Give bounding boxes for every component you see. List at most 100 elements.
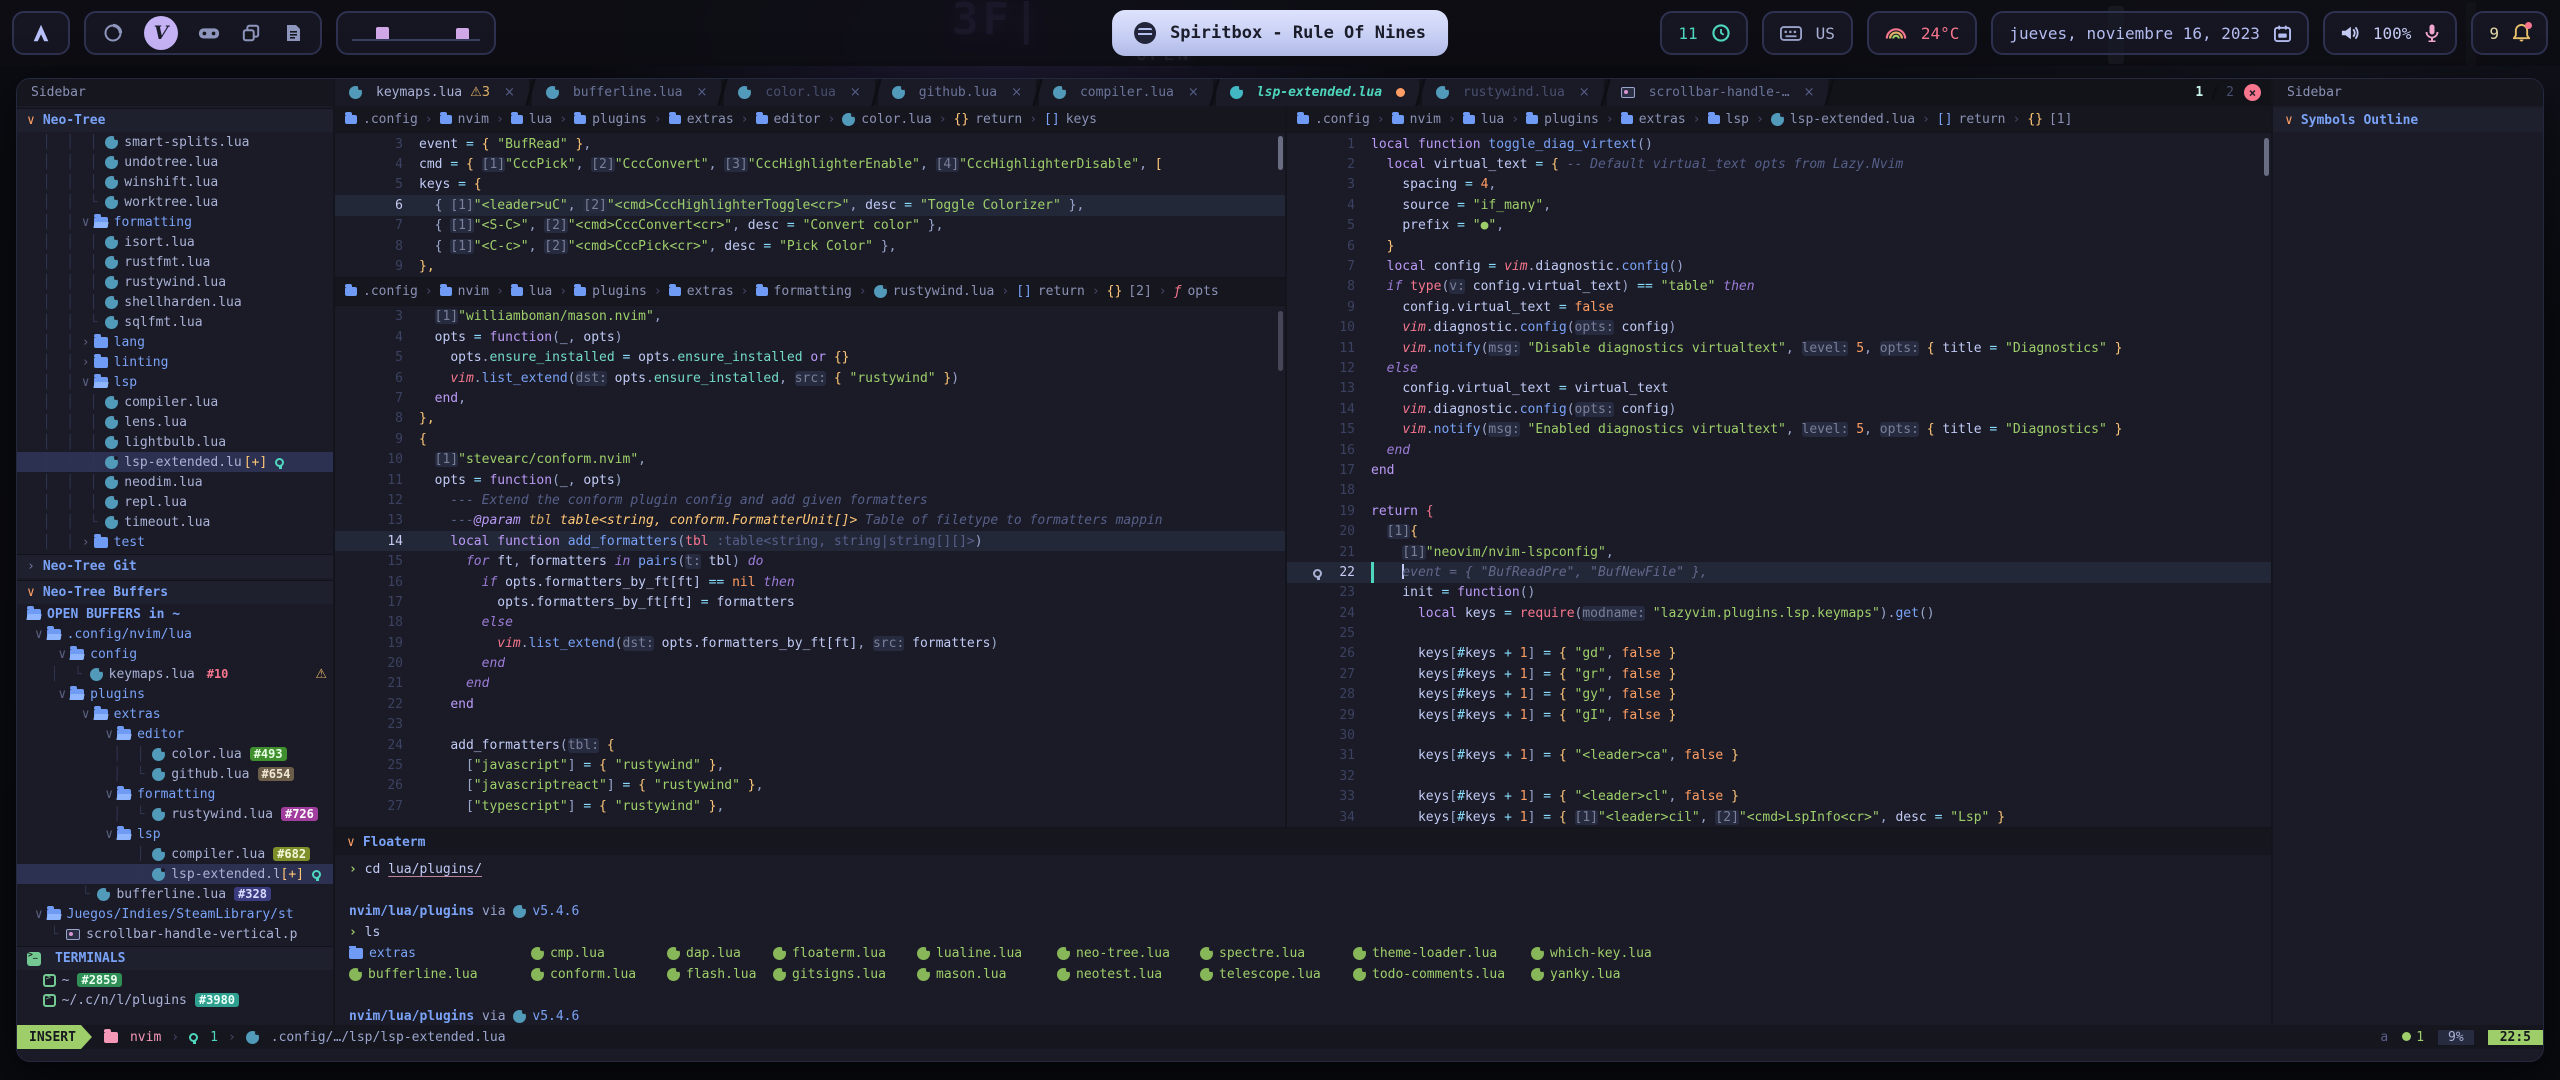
code-line-19[interactable]: 19 vim.list_extend(dst: opts.formatters_… bbox=[335, 633, 1285, 653]
tree-item-lens-lua[interactable]: │ │ │ lens.lua bbox=[17, 412, 333, 432]
code-line-13[interactable]: 13 ---@param tbl table<string, conform.F… bbox=[335, 511, 1285, 531]
tab-scrollbar-handle[interactable]: scrollbar-handle-…× bbox=[1607, 79, 1829, 106]
tree-item-sqlfmt-lua[interactable]: │ │ └ sqlfmt.lua bbox=[17, 312, 333, 332]
close-tab-icon[interactable]: × bbox=[697, 85, 708, 100]
code-line-10[interactable]: 10 vim.diagnostic.config(opts: config) bbox=[1287, 318, 2271, 338]
system-graph-widget[interactable] bbox=[336, 11, 496, 55]
code-line-34[interactable]: 34 keys[#keys + 1] = { [1]"<leader>cil",… bbox=[1287, 807, 2271, 827]
tab-github-lua[interactable]: github.lua× bbox=[878, 79, 1036, 106]
code-area[interactable]: 3event = { "BufRead" },4cmd = { [1]"CccP… bbox=[335, 133, 1285, 277]
weather-widget[interactable]: 24°C bbox=[1867, 11, 1978, 55]
code-line-4[interactable]: 4cmd = { [1]"CccPick", [2]"CccConvert", … bbox=[335, 154, 1285, 174]
workspace-games-icon[interactable] bbox=[198, 22, 220, 44]
code-line-33[interactable]: 33 keys[#keys + 1] = { "<leader>cl", fal… bbox=[1287, 787, 2271, 807]
code-line-25[interactable]: 25 bbox=[1287, 623, 2271, 643]
code-line-23[interactable]: 23 bbox=[335, 715, 1285, 735]
code-line-27[interactable]: 27 ["typescript"] = { "rustywind" }, bbox=[335, 796, 1285, 816]
tree-item-undotree-lua[interactable]: │ │ │ undotree.lua bbox=[17, 152, 333, 172]
code-line-9[interactable]: 9{ bbox=[335, 429, 1285, 449]
close-tab-icon[interactable]: × bbox=[1579, 85, 1590, 100]
tree-item-smart-splits-lua[interactable]: │ │ │ smart-splits.lua bbox=[17, 132, 333, 152]
tree-item-winshift-lua[interactable]: │ │ │ winshift.lua bbox=[17, 172, 333, 192]
tree-item-neodim-lua[interactable]: │ │ │ neodim.lua bbox=[17, 472, 333, 492]
section-header-neo-tree[interactable]: ∨Neo-Tree bbox=[17, 108, 333, 132]
tree-item-plugins[interactable]: ∨plugins bbox=[17, 684, 333, 704]
code-line-14[interactable]: 14 vim.diagnostic.config(opts: config) bbox=[1287, 399, 2271, 419]
section-header-neo-tree-git[interactable]: ›Neo-Tree Git bbox=[17, 554, 333, 578]
clock-widget[interactable]: 11 bbox=[1660, 11, 1747, 55]
tree-item-compiler-lua[interactable]: │ compiler.lua#682 bbox=[17, 844, 333, 864]
code-line-22[interactable]: 22 event = { "BufReadPre", "BufNewFile" … bbox=[1287, 562, 2271, 582]
workspace-browser-icon[interactable] bbox=[102, 22, 124, 44]
scrollbar[interactable] bbox=[1278, 136, 1283, 170]
tree-item-bufferline-lua[interactable]: └ bufferline.lua#328 bbox=[17, 884, 333, 904]
code-line-24[interactable]: 24 add_formatters(tbl: { bbox=[335, 735, 1285, 755]
code-line-7[interactable]: 7 { [1]"<S-C>", [2]"<cmd>CccConvert<cr>"… bbox=[335, 216, 1285, 236]
floaterm-header[interactable]: ∨ Floaterm bbox=[335, 829, 2271, 855]
tree-item-scrollbar-handle-vertical-p[interactable]: └ scrollbar-handle-vertical.p bbox=[17, 924, 333, 944]
code-line-8[interactable]: 8}, bbox=[335, 409, 1285, 429]
tree-item-worktree-lua[interactable]: │ │ └ worktree.lua bbox=[17, 192, 333, 212]
keyboard-layout-widget[interactable]: US bbox=[1762, 11, 1853, 55]
code-line-6[interactable]: 6 vim.list_extend(dst: opts.ensure_insta… bbox=[335, 368, 1285, 388]
code-line-10[interactable]: 10 [1]"stevearc/conform.nvim", bbox=[335, 449, 1285, 469]
tabpage-other[interactable]: 2 bbox=[2226, 85, 2234, 100]
tab-bufferline-lua[interactable]: bufferline.lua× bbox=[532, 79, 721, 106]
code-line-26[interactable]: 26 ["javascriptreact"] = { "rustywind" }… bbox=[335, 776, 1285, 796]
code-line-30[interactable]: 30 bbox=[1287, 725, 2271, 745]
code-line-22[interactable]: 22 end bbox=[335, 694, 1285, 714]
tree-item-test[interactable]: │ │ ›test bbox=[17, 532, 333, 552]
tree-item-config[interactable]: ∨config bbox=[17, 644, 333, 664]
close-tab-icon[interactable]: × bbox=[504, 85, 515, 100]
tree-item-lsp-extended-lu[interactable]: │ │ │ lsp-extended.lu[+] bbox=[17, 452, 333, 472]
code-line-3[interactable]: 3 spacing = 4, bbox=[1287, 175, 2271, 195]
tree-item-juegos-indies-steamlibrary-st[interactable]: ∨Juegos/Indies/SteamLibrary/st bbox=[17, 904, 333, 924]
code-line-8[interactable]: 8 if type(v: config.virtual_text) == "ta… bbox=[1287, 277, 2271, 297]
notifications-widget[interactable]: 9 bbox=[2471, 11, 2548, 55]
code-line-6[interactable]: 6 } bbox=[1287, 236, 2271, 256]
scrollbar[interactable] bbox=[2264, 138, 2269, 176]
tree-item-lsp-extended-lu[interactable]: └ lsp-extended.lu[+] bbox=[17, 864, 333, 884]
code-line-9[interactable]: 9}, bbox=[335, 256, 1285, 276]
code-line-14[interactable]: 14 local function add_formatters(tbl :ta… bbox=[335, 531, 1285, 551]
workspace-windows-icon[interactable] bbox=[240, 22, 262, 44]
code-line-3[interactable]: 3 [1]"williamboman/mason.nvim", bbox=[335, 307, 1285, 327]
code-area[interactable]: 3 [1]"williamboman/mason.nvim",4 opts = … bbox=[335, 306, 1285, 827]
code-line-28[interactable]: 28 keys[#keys + 1] = { "gy", false } bbox=[1287, 685, 2271, 705]
code-line-11[interactable]: 11 vim.notify(msg: "Disable diagnostics … bbox=[1287, 338, 2271, 358]
code-line-18[interactable]: 18 else bbox=[335, 613, 1285, 633]
tree-item-open-buffers-in[interactable]: OPEN BUFFERS in ~ bbox=[17, 604, 333, 624]
tree-item-lang[interactable]: │ │ ›lang bbox=[17, 332, 333, 352]
volume-widget[interactable]: 100% bbox=[2323, 11, 2458, 55]
code-line-6[interactable]: 6 { [1]"<leader>uC", [2]"<cmd>CccHighlig… bbox=[335, 195, 1285, 215]
now-playing-widget[interactable]: Spiritbox - Rule Of Nines bbox=[1112, 10, 1448, 56]
tree-item-rustfmt-lua[interactable]: │ │ │ rustfmt.lua bbox=[17, 252, 333, 272]
tree-item-keymaps-lua[interactable]: │ └ keymaps.lua#10⚠ bbox=[17, 664, 333, 684]
tree-item-extras[interactable]: ∨extras bbox=[17, 704, 333, 724]
workspace-docs-icon[interactable] bbox=[282, 22, 304, 44]
close-tab-icon[interactable]: × bbox=[1188, 85, 1199, 100]
launcher-button[interactable] bbox=[12, 11, 70, 55]
tree-item-color-lua[interactable]: │ │ color.lua#493 bbox=[17, 744, 333, 764]
tree-item-rustywind-lua[interactable]: │ └ rustywind.lua#726 bbox=[17, 804, 333, 824]
close-tab-icon[interactable]: × bbox=[1011, 85, 1022, 100]
tab-compiler-lua[interactable]: compiler.lua× bbox=[1039, 79, 1213, 106]
code-line-7[interactable]: 7 local config = vim.diagnostic.config() bbox=[1287, 256, 2271, 276]
date-widget[interactable]: jueves, noviembre 16, 2023 bbox=[1991, 11, 2308, 55]
tree-item-isort-lua[interactable]: │ │ │ isort.lua bbox=[17, 232, 333, 252]
tabpage-current[interactable]: 1 bbox=[2195, 85, 2203, 100]
code-line-27[interactable]: 27 keys[#keys + 1] = { "gr", false } bbox=[1287, 664, 2271, 684]
code-line-15[interactable]: 15 for ft, formatters in pairs(t: tbl) d… bbox=[335, 551, 1285, 571]
code-line-26[interactable]: 26 keys[#keys + 1] = { "gd", false } bbox=[1287, 644, 2271, 664]
tab-keymaps-lua[interactable]: keymaps.lua⚠3× bbox=[335, 79, 529, 106]
code-line-1[interactable]: 1local function toggle_diag_virtext() bbox=[1287, 134, 2271, 154]
code-line-13[interactable]: 13 config.virtual_text = virtual_text bbox=[1287, 379, 2271, 399]
tree-item-editor[interactable]: ∨editor bbox=[17, 724, 333, 744]
code-line-11[interactable]: 11 opts = function(_, opts) bbox=[335, 470, 1285, 490]
code-line-17[interactable]: 17end bbox=[1287, 460, 2271, 480]
code-line-32[interactable]: 32 bbox=[1287, 766, 2271, 786]
tree-item-formatting[interactable]: ∨formatting bbox=[17, 784, 333, 804]
tree-item-linting[interactable]: │ │ ›linting bbox=[17, 352, 333, 372]
code-line-12[interactable]: 12 else bbox=[1287, 358, 2271, 378]
code-line-5[interactable]: 5keys = { bbox=[335, 175, 1285, 195]
